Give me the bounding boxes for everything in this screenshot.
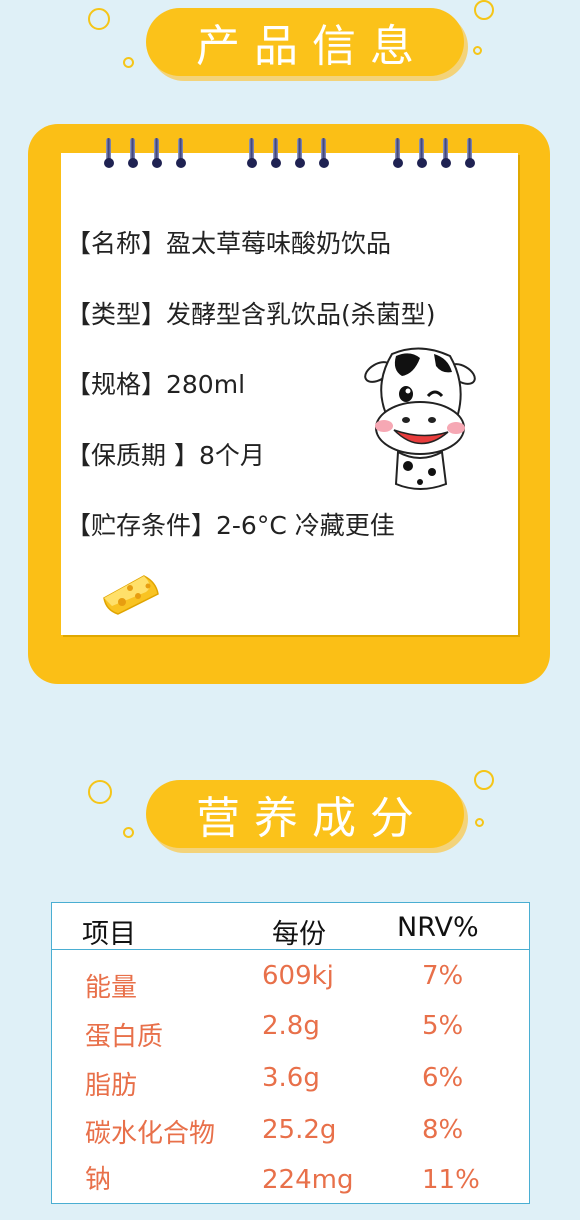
header-nrv: NRV% bbox=[397, 912, 479, 943]
decor-circle bbox=[88, 780, 112, 804]
decor-circle bbox=[473, 46, 482, 55]
row-name: 蛋白质 bbox=[85, 1022, 164, 1052]
nutrition-title: 营养成分 bbox=[196, 793, 428, 844]
row-nrv: 7% bbox=[422, 961, 464, 991]
shelf-life-line: 【保质期 】8个月 bbox=[66, 441, 265, 470]
row-name: 脂肪 bbox=[85, 1071, 138, 1101]
product-info-title: 产品信息 bbox=[196, 21, 428, 72]
decor-circle bbox=[475, 818, 484, 827]
product-type-line: 【类型】发酵型含乳饮品(杀菌型) bbox=[66, 300, 436, 329]
storage-line: 【贮存条件】2-6°C 冷藏更佳 bbox=[66, 511, 395, 540]
row-amount: 609kj bbox=[262, 961, 334, 991]
row-nrv: 6% bbox=[422, 1063, 464, 1093]
row-nrv: 11% bbox=[422, 1165, 480, 1195]
decor-circle bbox=[474, 770, 494, 790]
header-item: 项目 bbox=[82, 919, 136, 950]
cow-mascot-icon bbox=[364, 347, 476, 490]
row-name: 碳水化合物 bbox=[85, 1119, 216, 1149]
header-divider bbox=[52, 949, 529, 950]
header-per-serving: 每份 bbox=[272, 919, 326, 950]
decor-circle bbox=[88, 8, 110, 30]
row-amount: 224mg bbox=[262, 1165, 354, 1195]
cheese-icon bbox=[103, 575, 159, 615]
product-spec-line: 【规格】280ml bbox=[66, 370, 246, 399]
product-info-title-pill: 产品信息 bbox=[146, 8, 464, 76]
row-amount: 3.6g bbox=[262, 1063, 320, 1093]
spiral-binding-icon bbox=[392, 138, 476, 168]
decor-circle bbox=[474, 0, 494, 20]
row-nrv: 8% bbox=[422, 1115, 464, 1145]
nutrition-table: 项目 每份 NRV% 能量 609kj 7% 蛋白质 2.8g 5% 脂肪 3.… bbox=[51, 902, 530, 1204]
nutrition-title-pill: 营养成分 bbox=[146, 780, 464, 848]
product-name-line: 【名称】盈太草莓味酸奶饮品 bbox=[66, 229, 392, 258]
row-name: 能量 bbox=[85, 973, 138, 1003]
row-amount: 25.2g bbox=[262, 1115, 337, 1145]
row-nrv: 5% bbox=[422, 1011, 464, 1041]
row-amount: 2.8g bbox=[262, 1011, 320, 1041]
spiral-binding-icon bbox=[246, 138, 330, 168]
spiral-binding-icon bbox=[103, 138, 187, 168]
row-name: 钠 bbox=[85, 1165, 112, 1195]
decor-circle bbox=[123, 827, 134, 838]
decor-circle bbox=[123, 57, 134, 68]
